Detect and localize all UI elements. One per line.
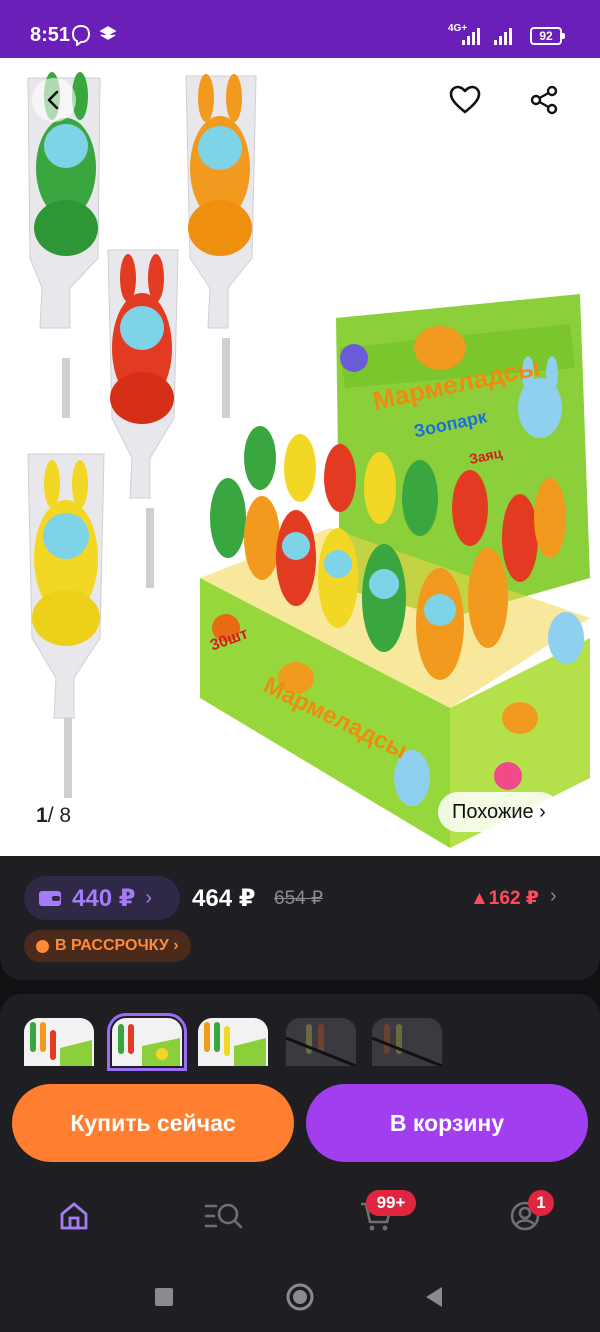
installment-icon [36,939,49,953]
variant-thumb[interactable] [24,1018,94,1066]
recent-apps-icon[interactable] [154,1287,174,1307]
nav-home[interactable] [54,1196,94,1236]
variant-thumb[interactable] [198,1018,268,1066]
home-circle-icon[interactable] [286,1283,314,1311]
old-price: 654 ₽ [274,888,324,909]
wallet-price-pill[interactable]: 440 ₽ › [24,876,180,920]
product-image: Мармеладсы Зоопарк Мармеладсы 30шт Заяц [27,72,590,848]
cart-badge: 99+ [366,1190,416,1216]
battery-indicator: 92 [530,27,565,45]
heart-icon [449,85,481,114]
lollipop-orange [185,74,257,418]
layers-icon [98,24,120,46]
price-difference[interactable]: ▲162 ₽ [470,887,539,910]
variant-thumb-unavailable[interactable] [286,1018,356,1066]
status-time: 8:51 [30,24,71,46]
share-button[interactable] [522,78,566,122]
share-icon [530,85,558,115]
home-icon [60,1202,88,1230]
lollipop-red [107,249,179,588]
product-gallery[interactable]: Мармеладсы Зоопарк Мармеладсы 30шт Заяц … [0,58,600,856]
lollipop-green [27,72,101,418]
chevron-right-icon: › [145,886,153,909]
add-to-cart-button[interactable]: В корзину [306,1084,588,1162]
back-triangle-icon[interactable] [424,1286,444,1308]
variant-thumb-unavailable[interactable] [372,1018,442,1066]
catalog-search-icon [204,1203,243,1229]
similar-products-button[interactable]: Похожие › [438,792,560,832]
profile-badge: 1 [528,1190,554,1216]
lollipop-yellow [27,453,105,798]
back-icon [47,90,59,110]
signal-icon [462,26,522,48]
bottom-nav: 99+ 1 [0,1180,600,1260]
back-button[interactable] [32,78,76,122]
current-price: 464 ₽ [192,885,256,912]
installment-label: В РАССРОЧКУ › [55,937,179,954]
system-navigation-bar [0,1262,600,1332]
buy-now-button[interactable]: Купить сейчас [12,1084,294,1162]
price-panel: 440 ₽ › 464 ₽ 654 ₽ ▲162 ₽ › В РАССРОЧКУ… [0,856,600,980]
image-total: / 8 [47,804,72,827]
variant-thumb-selected[interactable] [107,1013,187,1071]
wallet-icon [39,891,61,906]
status-bar: 8:51 4G+ 92 [0,0,600,58]
wallet-price: 440 ₽ [72,884,136,912]
image-counter: 1/ 8 [36,804,71,828]
favorite-button[interactable] [443,78,487,122]
chevron-right-icon[interactable]: › [550,885,557,908]
image-index: 1 [36,804,48,827]
viber-icon [70,24,92,47]
installment-button[interactable]: В РАССРОЧКУ › [24,930,191,962]
nav-catalog[interactable] [204,1196,244,1236]
